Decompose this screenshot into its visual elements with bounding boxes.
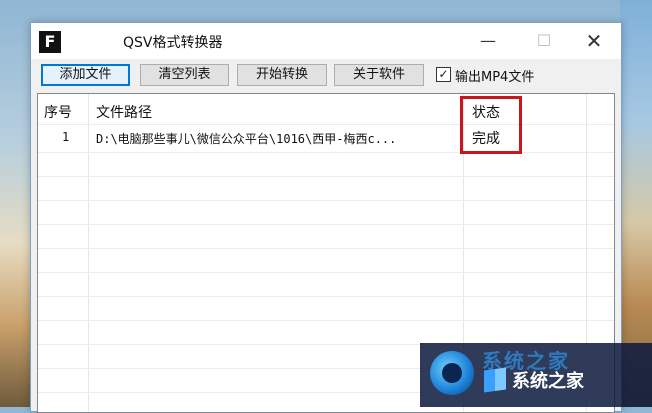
close-button[interactable]: ✕ <box>571 27 617 55</box>
row-divider <box>38 272 614 273</box>
about-button[interactable]: 关于软件 <box>334 64 424 86</box>
column-header-index[interactable]: 序号 <box>44 102 72 122</box>
row-divider <box>38 296 614 297</box>
row-path: D:\电脑那些事儿\微信公众平台\1016\西甲-梅西c... <box>96 132 397 146</box>
clear-list-button[interactable]: 清空列表 <box>140 64 229 86</box>
watermark: 系统之家 系统之家 <box>420 343 652 407</box>
window-title: QSV格式转换器 <box>123 35 223 51</box>
windows-flag-icon <box>484 367 506 393</box>
start-convert-button[interactable]: 开始转换 <box>237 64 327 86</box>
row-divider <box>38 124 614 125</box>
watermark-logo-icon <box>430 351 474 395</box>
add-files-button[interactable]: 添加文件 <box>41 64 130 86</box>
row-divider <box>38 200 614 201</box>
app-icon: F <box>39 31 61 53</box>
column-divider <box>88 94 89 412</box>
checkmark-icon: ✓ <box>438 67 449 81</box>
status-highlight-box <box>460 96 522 154</box>
minimize-button[interactable]: — <box>465 27 511 55</box>
output-mp4-checkbox[interactable]: ✓ <box>436 67 451 82</box>
title-bar: F QSV格式转换器 — ☐ ✕ <box>31 23 621 59</box>
watermark-text: 系统之家 <box>512 371 584 392</box>
row-divider <box>38 248 614 249</box>
output-mp4-label: 输出MP4文件 <box>455 70 535 85</box>
row-divider <box>38 224 614 225</box>
row-divider <box>38 152 614 153</box>
row-divider <box>38 176 614 177</box>
row-divider <box>38 320 614 321</box>
toolbar: 添加文件 清空列表 开始转换 关于软件 ✓ 输出MP4文件 <box>31 59 621 91</box>
column-header-path[interactable]: 文件路径 <box>96 102 152 122</box>
maximize-button[interactable]: ☐ <box>521 27 567 55</box>
row-index: 1 <box>62 130 70 144</box>
